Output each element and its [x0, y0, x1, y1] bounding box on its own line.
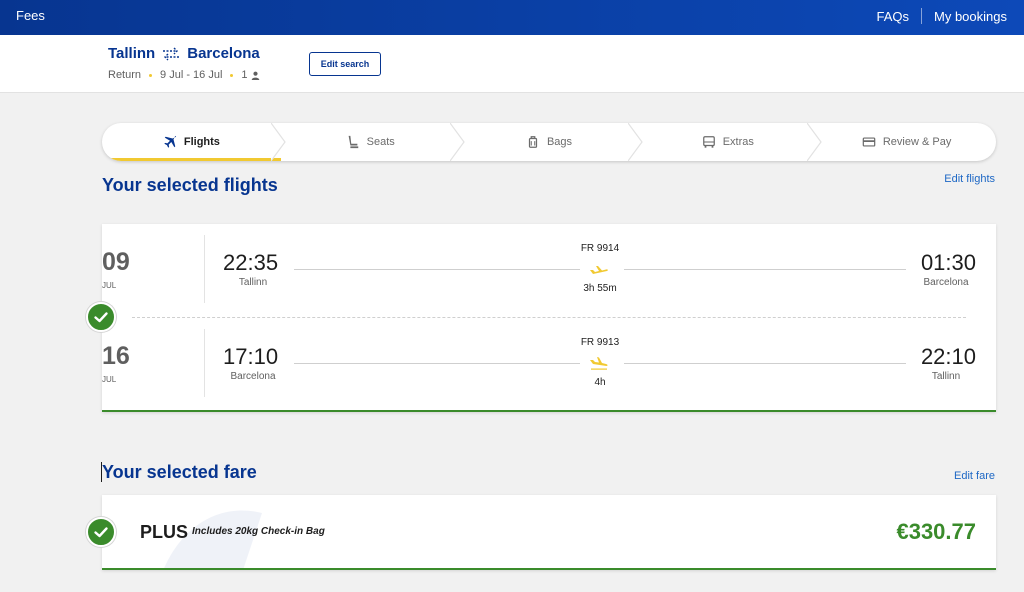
fare-selected-check-icon: [86, 517, 116, 547]
meta-dot: [230, 73, 234, 77]
edit-flights-link[interactable]: Edit flights: [944, 173, 995, 185]
fees-link[interactable]: Fees: [16, 8, 45, 23]
card-icon: [862, 137, 876, 147]
departure-city: Barcelona: [230, 371, 276, 382]
flight-month: JUL: [102, 375, 117, 384]
departure-time: 17:10: [223, 344, 279, 369]
flight-leg-outbound[interactable]: 09 JUL 22:35 Tallinn FR 9914 3h 55m 01:3…: [102, 224, 996, 318]
flight-duration: 4h: [594, 377, 606, 388]
fare-name: PLUS: [140, 522, 189, 542]
step-chevron-divider: [449, 123, 465, 161]
step-chevron-divider: [807, 123, 822, 161]
flights-section-title: Your selected flights: [102, 175, 278, 195]
top-navigation: Fees FAQs My bookings: [0, 0, 1024, 35]
flight-number: FR 9914: [580, 243, 620, 254]
bus-icon: [702, 136, 715, 148]
route-line: [624, 269, 906, 270]
selected-flights-card: 09 JUL 22:35 Tallinn FR 9914 3h 55m 01:3…: [102, 224, 996, 412]
step-flights[interactable]: Flights: [102, 123, 286, 161]
arrival-city: Barcelona: [923, 277, 969, 288]
step-label: Flights: [183, 136, 220, 148]
step-label: Extras: [722, 136, 754, 148]
arrival-time: 22:10: [920, 344, 976, 369]
departure-city: Tallinn: [238, 277, 268, 288]
step-chevron-divider: [628, 123, 644, 161]
step-label: Bags: [546, 136, 573, 148]
plane-icon: [164, 135, 176, 148]
nav-divider: [921, 8, 923, 24]
meta-dot: [149, 73, 153, 77]
step-label: Review & Pay: [882, 136, 952, 148]
step-label: Seats: [366, 136, 395, 148]
arrival-time: 01:30: [920, 250, 976, 275]
trip-type: Return: [108, 69, 142, 81]
bag-icon: [528, 136, 538, 148]
route-title: Tallinn Barcelona: [108, 45, 260, 62]
edit-fare-link[interactable]: Edit fare: [954, 470, 995, 482]
faqs-link[interactable]: FAQs: [877, 9, 910, 24]
flight-leg-return[interactable]: 16 JUL 17:10 Barcelona FR 9913 4h 22:10 …: [102, 318, 996, 412]
arrival-city: Tallinn: [931, 371, 961, 382]
route-line: [624, 363, 906, 364]
step-bags[interactable]: Bags: [460, 123, 644, 161]
date-divider: [204, 329, 205, 397]
selected-fare-card: PLUS Includes 20kg Check-in Bag €330.77: [102, 495, 996, 570]
person-icon: [251, 71, 259, 80]
route-line: [294, 363, 580, 364]
departure-time: 22:35: [223, 250, 279, 275]
my-bookings-link[interactable]: My bookings: [934, 9, 1007, 24]
fare-description: Includes 20kg Check-in Bag: [192, 526, 325, 537]
route-line: [294, 269, 580, 270]
passenger-count: 1: [241, 69, 248, 81]
checkmark-icon: [94, 312, 108, 323]
search-meta: Return 9 Jul - 16 Jul 1: [108, 69, 260, 81]
trip-dates: 9 Jul - 16 Jul: [160, 69, 223, 81]
plane-landing-icon: [590, 357, 608, 370]
flight-duration: 3h 55m: [583, 283, 617, 294]
edit-search-button[interactable]: Edit search: [309, 52, 381, 76]
flights-selected-check-icon: [86, 302, 116, 332]
step-extras[interactable]: Extras: [638, 123, 822, 161]
step-seats[interactable]: Seats: [281, 123, 465, 161]
flight-day: 16: [102, 342, 130, 370]
checkmark-icon: [94, 527, 108, 538]
booking-steps: Flights Seats Bags Extras Review & Pay: [102, 123, 996, 161]
date-divider: [204, 235, 205, 303]
flight-number: FR 9913: [580, 337, 620, 348]
seat-icon: [348, 135, 358, 149]
search-summary: Tallinn Barcelona Return 9 Jul - 16 Jul …: [0, 35, 1024, 93]
origin-city: Tallinn: [108, 45, 156, 62]
top-nav-right: FAQs My bookings: [877, 8, 1007, 24]
plane-takeoff-icon: [590, 266, 608, 274]
return-arrows-icon: [163, 47, 180, 60]
fare-section-title: Your selected fare: [102, 462, 257, 482]
step-chevron-divider: [270, 123, 286, 161]
fare-price: €330.77: [896, 519, 976, 544]
destination-city: Barcelona: [187, 45, 260, 62]
flight-month: JUL: [102, 281, 117, 290]
flight-day: 09: [102, 248, 130, 276]
step-review-pay[interactable]: Review & Pay: [817, 123, 996, 161]
